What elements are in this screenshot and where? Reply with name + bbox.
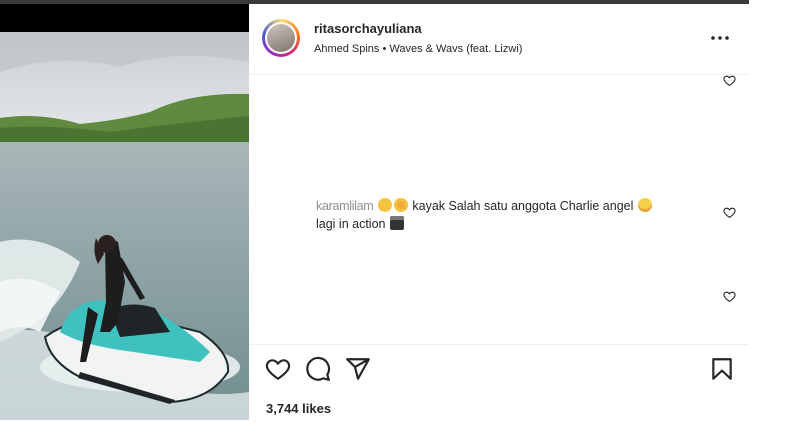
bookmark-icon[interactable] [709, 356, 735, 382]
avatar-image [267, 24, 295, 52]
more-options-icon[interactable] [709, 28, 731, 48]
comment-text-line2: lagi in action [316, 217, 389, 231]
comment-bubble-icon[interactable] [305, 356, 331, 382]
actions-divider [249, 344, 749, 345]
clapper-board-icon [389, 216, 404, 230]
header-divider [249, 74, 749, 75]
likes-count[interactable]: 3,744 likes [266, 401, 331, 416]
comment-like-heart-icon[interactable] [723, 290, 736, 303]
media-letterbox [0, 4, 249, 32]
comment-like-heart-icon[interactable] [723, 206, 736, 219]
comment-text: kayak Salah satu anggota Charlie angel [408, 199, 637, 213]
post-header: ritasorchayuliana Ahmed Spins • Waves & … [249, 4, 749, 74]
paper-plane-icon[interactable] [345, 356, 371, 382]
jetski-video-frame [0, 32, 249, 420]
username-link[interactable]: ritasorchayuliana [314, 21, 422, 36]
audio-track-link[interactable]: Ahmed Spins • Waves & Wavs (feat. Lizwi) [314, 43, 522, 55]
avatar[interactable] [262, 19, 300, 57]
post-actions-bar [249, 356, 749, 386]
heart-icon[interactable] [265, 356, 291, 382]
comment-item: karamlilam kayak Salah satu anggota Char… [316, 197, 706, 233]
post-panel: ritasorchayuliana Ahmed Spins • Waves & … [249, 4, 749, 420]
post-media[interactable] [0, 4, 249, 420]
comment-username[interactable]: karamlilam [316, 199, 374, 213]
star-struck-icon [393, 198, 408, 212]
comment-like-heart-icon[interactable] [723, 74, 736, 87]
clapping-hands-icon [377, 198, 392, 212]
page-margin [749, 0, 790, 445]
smiling-face-icon [637, 198, 652, 212]
